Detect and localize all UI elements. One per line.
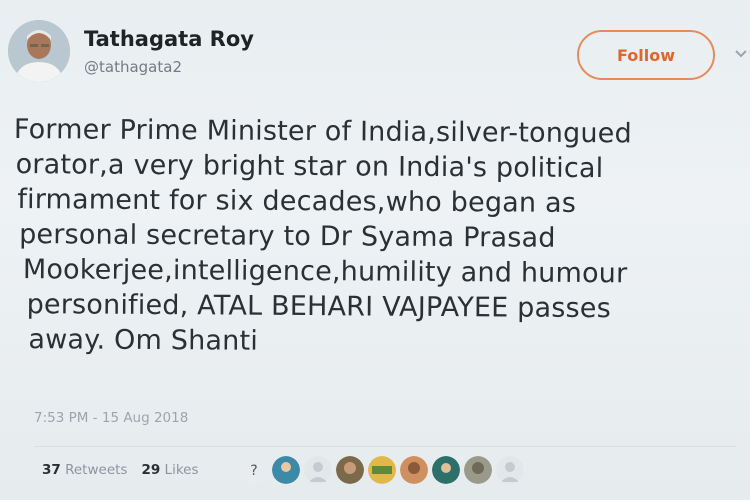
liker-avatar[interactable] xyxy=(368,456,396,484)
author-handle[interactable]: @tathagata2 xyxy=(84,58,182,76)
likers-avatars: ? xyxy=(240,456,524,484)
tweet-text: Former Prime Minister of India,silver-to… xyxy=(12,112,748,362)
tweet-line: Mookerjee,intelligence,humility and humo… xyxy=(22,254,628,290)
tweet-line: away. Om Shanti xyxy=(28,324,259,357)
tweet-line: Former Prime Minister of India,silver-to… xyxy=(13,113,633,150)
tweet-card: Tathagata Roy @tathagata2 Follow Former … xyxy=(0,0,750,500)
likes-stat[interactable]: 29 Likes xyxy=(141,462,198,478)
tweet-line: firmament for six decades,who began as xyxy=(17,184,577,219)
follow-button[interactable]: Follow xyxy=(577,30,715,80)
retweets-stat[interactable]: 37 Retweets xyxy=(42,462,127,478)
likes-count: 29 xyxy=(141,462,161,478)
tweet-timestamp[interactable]: 7:53 PM - 15 Aug 2018 xyxy=(34,410,188,426)
retweets-count: 37 xyxy=(42,462,61,478)
liker-avatar[interactable]: ? xyxy=(240,456,268,484)
author-avatar[interactable] xyxy=(8,20,70,82)
divider xyxy=(34,446,736,447)
tweet-line: personified, ATAL BEHARI VAJPAYEE passes xyxy=(26,289,612,325)
liker-avatar[interactable] xyxy=(400,456,428,484)
liker-avatar[interactable] xyxy=(464,456,492,484)
tweet-stats: 37 Retweets 29 Likes xyxy=(42,462,199,478)
author-name[interactable]: Tathagata Roy xyxy=(84,27,254,51)
liker-avatar[interactable] xyxy=(304,456,332,484)
liker-avatar[interactable] xyxy=(336,456,364,484)
tweet-line: personal secretary to Dr Syama Prasad xyxy=(19,219,556,254)
tweet-line: orator,a very bright star on India's pol… xyxy=(15,149,604,185)
avatar-image xyxy=(8,20,70,82)
liker-avatar[interactable] xyxy=(496,456,524,484)
likes-label: Likes xyxy=(164,462,199,478)
liker-avatar[interactable] xyxy=(272,456,300,484)
liker-avatar[interactable] xyxy=(432,456,460,484)
retweets-label: Retweets xyxy=(65,462,128,478)
svg-text:?: ? xyxy=(250,463,257,479)
chevron-down-icon[interactable] xyxy=(733,46,749,62)
